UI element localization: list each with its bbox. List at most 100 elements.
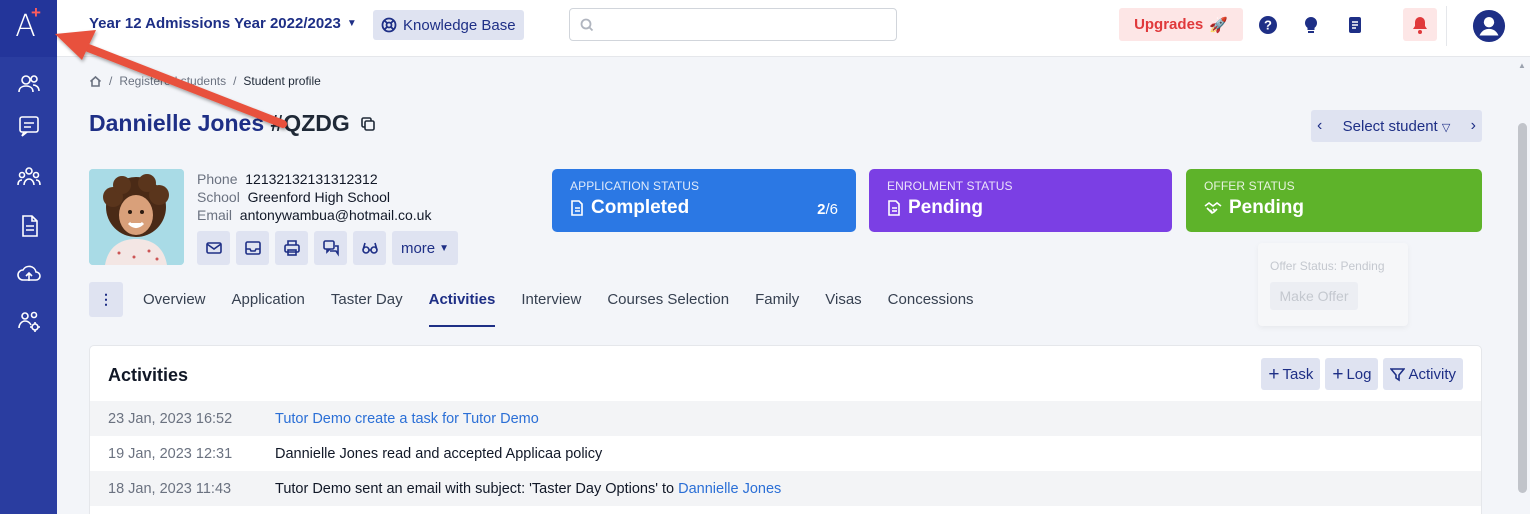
document-icon <box>571 200 583 216</box>
next-student-chevron-icon[interactable]: › <box>1471 117 1476 135</box>
copy-icon[interactable] <box>360 116 376 132</box>
prev-student-chevron-icon[interactable]: ‹ <box>1317 117 1322 135</box>
plus-icon: + <box>1332 363 1344 385</box>
sidebar-messages-icon[interactable] <box>0 106 57 146</box>
notes-icon[interactable] <box>1340 10 1370 40</box>
offer-status-popover: Offer Status: Pending Make Offer <box>1258 243 1408 326</box>
activities-title: Activities <box>108 365 189 385</box>
activities-actions: + Task + Log Activity <box>1261 358 1463 390</box>
email-value: antonywambua@hotmail.co.uk <box>239 207 432 223</box>
select-student-control[interactable]: ‹ Select student ▽ › <box>1311 110 1482 142</box>
page-title: Dannielle Jones #QZDG <box>89 110 376 137</box>
home-icon[interactable] <box>89 75 102 88</box>
search-icon <box>580 18 594 32</box>
rocket-icon: 🚀 <box>1209 16 1228 34</box>
activity-text-link[interactable]: Tutor Demo create a task for Tutor Demo <box>275 411 539 427</box>
activity-date: 23 Jan, 2023 16:52 <box>108 410 233 427</box>
add-task-label: Task <box>1282 365 1314 383</box>
view-as-student-button[interactable] <box>353 231 386 265</box>
school-value: Greenford High School <box>247 189 391 205</box>
help-icon[interactable]: ? <box>1253 10 1283 40</box>
add-task-button[interactable]: + Task <box>1261 358 1321 390</box>
make-offer-button[interactable]: Make Offer <box>1270 282 1358 310</box>
search-input[interactable] <box>600 9 890 40</box>
chat-bubbles-icon <box>322 240 339 257</box>
add-log-label: Log <box>1346 365 1372 383</box>
topbar-divider <box>1446 6 1447 46</box>
email-label: Email <box>197 207 233 223</box>
email-button[interactable] <box>197 231 230 265</box>
user-avatar-icon[interactable] <box>1471 8 1507 44</box>
add-log-button[interactable]: + Log <box>1325 358 1379 390</box>
envelope-icon <box>205 242 222 254</box>
lifebuoy-icon <box>381 17 397 33</box>
activities-panel: Activities + Task + Log Activity 23 Jan,… <box>89 345 1482 514</box>
search-box[interactable] <box>569 8 897 41</box>
top-bar: Year 12 Admissions Year 2022/2023 ▼ Know… <box>57 0 1530 57</box>
sidebar-students-icon[interactable] <box>0 64 57 104</box>
enrolment-status-label: ENROLMENT STATUS <box>887 179 1013 193</box>
print-button[interactable] <box>275 231 308 265</box>
application-progress-count: 2/6 <box>817 201 838 218</box>
sidebar-staff-settings-icon[interactable] <box>0 302 57 342</box>
knowledge-base-button[interactable]: Knowledge Base <box>373 10 524 40</box>
svg-text:?: ? <box>1264 18 1272 33</box>
plus-icon: + <box>1268 363 1280 385</box>
scroll-up-arrow-icon[interactable]: ▲ <box>1518 61 1526 70</box>
activity-row: 19 Jan, 2023 12:31 Dannielle Jones read … <box>90 436 1481 471</box>
activity-student-link[interactable]: Dannielle Jones <box>678 481 781 497</box>
tab-overview[interactable]: Overview <box>143 283 206 327</box>
application-status-label: APPLICATION STATUS <box>570 179 700 193</box>
tabs-menu-kebab-icon[interactable]: ⋮ <box>89 282 123 317</box>
tab-interview[interactable]: Interview <box>521 283 581 327</box>
select-student-label: Select student <box>1342 117 1438 135</box>
tab-application[interactable]: Application <box>232 283 305 327</box>
offer-status-label: OFFER STATUS <box>1204 179 1295 193</box>
activity-row: 18 Jan, 2023 11:43 Tutor Demo sent an em… <box>90 471 1481 506</box>
printer-icon <box>283 240 300 256</box>
document-icon <box>888 200 900 216</box>
activity-row: 23 Jan, 2023 16:52 Tutor Demo create a t… <box>90 401 1481 436</box>
offer-popover-text: Offer Status: Pending <box>1270 259 1385 273</box>
sidebar-documents-icon[interactable] <box>0 206 57 246</box>
filter-activity-label: Activity <box>1408 365 1456 383</box>
upgrades-button[interactable]: Upgrades 🚀 <box>1119 8 1243 41</box>
filter-activity-button[interactable]: Activity <box>1383 358 1463 390</box>
knowledge-base-label: Knowledge Base <box>403 16 516 34</box>
chat-button[interactable] <box>314 231 347 265</box>
year-selector-label: Year 12 Admissions Year 2022/2023 <box>89 15 341 32</box>
sidebar: A + <box>0 0 57 514</box>
tab-concessions[interactable]: Concessions <box>888 283 974 327</box>
sidebar-groups-icon[interactable] <box>0 157 57 197</box>
tab-visas[interactable]: Visas <box>825 283 861 327</box>
offer-status-card[interactable]: OFFER STATUS Pending <box>1186 169 1482 232</box>
scrollbar-thumb[interactable] <box>1518 123 1527 493</box>
application-status-card[interactable]: APPLICATION STATUS Completed 2/6 <box>552 169 856 232</box>
inbox-icon <box>244 241 261 255</box>
select-student-dropdown[interactable]: Select student ▽ <box>1343 118 1451 135</box>
tab-courses-selection[interactable]: Courses Selection <box>607 283 729 327</box>
school-label: School <box>197 189 240 205</box>
logo-plus-glyph: + <box>31 3 41 22</box>
app-logo[interactable]: A + <box>0 0 57 57</box>
lightbulb-icon[interactable] <box>1296 10 1326 40</box>
notifications-bell-icon[interactable] <box>1403 8 1437 41</box>
more-label: more <box>400 239 436 257</box>
more-dropdown-button[interactable]: more ▼ <box>392 231 458 265</box>
page-scrollbar[interactable]: ▲ <box>1515 57 1530 514</box>
filter-funnel-icon <box>1390 367 1406 381</box>
tab-family[interactable]: Family <box>755 283 799 327</box>
year-selector[interactable]: Year 12 Admissions Year 2022/2023 ▼ <box>89 15 357 32</box>
enrolment-status-card[interactable]: ENROLMENT STATUS Pending <box>869 169 1172 232</box>
tab-taster-day[interactable]: Taster Day <box>331 283 403 327</box>
activity-text: Tutor Demo sent an email with subject: '… <box>275 480 679 497</box>
tab-activities[interactable]: Activities <box>428 283 496 327</box>
enrolment-status-value: Pending <box>908 197 983 218</box>
phone-value: 12132132131312312 <box>245 171 378 187</box>
sidebar-upload-cloud-icon[interactable] <box>0 254 57 294</box>
breadcrumb-registered-students[interactable]: Registered students <box>119 74 226 88</box>
application-status-value: Completed <box>591 197 690 218</box>
student-name: Dannielle Jones <box>89 110 265 136</box>
inbox-button[interactable] <box>236 231 269 265</box>
caret-down-icon: ▼ <box>346 18 357 29</box>
